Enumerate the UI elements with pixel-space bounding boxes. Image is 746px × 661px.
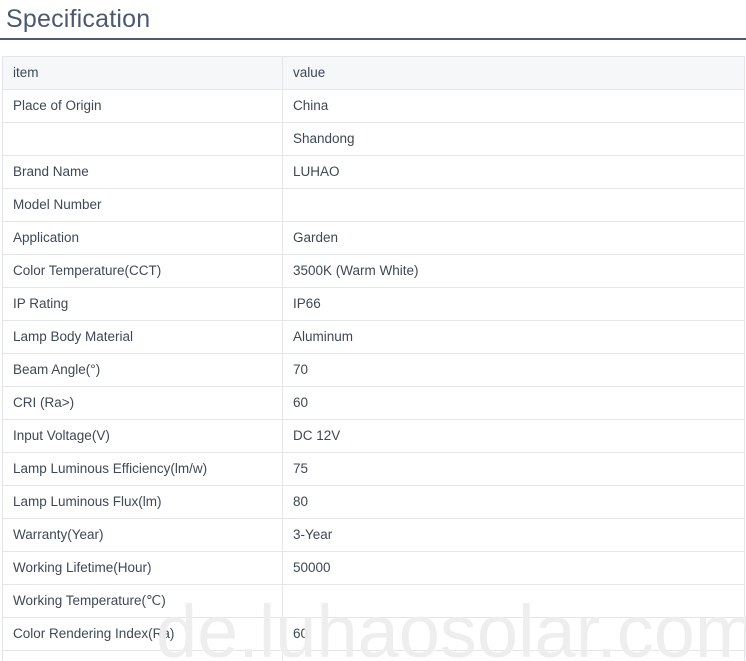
cell-value: China (282, 89, 745, 123)
cell-value: Garden (282, 221, 745, 255)
cell-item: Working Lifetime(Hour) (2, 551, 283, 585)
table-row: Model Number (2, 188, 745, 222)
table-row: Certification RoHS, CE, UL (2, 650, 745, 661)
table-row: Beam Angle(°) 70 (2, 353, 745, 387)
cell-value: RoHS, CE, UL (282, 650, 745, 661)
cell-item: Lamp Luminous Flux(lm) (2, 485, 283, 519)
cell-item: Certification (2, 650, 283, 661)
page-title: Specification (6, 5, 151, 33)
title-block: Specification (0, 0, 746, 40)
table-row: Working Lifetime(Hour) 50000 (2, 551, 745, 585)
cell-value: 80 (282, 485, 745, 519)
cell-item: Lamp Luminous Efficiency(lm/w) (2, 452, 283, 486)
cell-item: Working Temperature(℃) (2, 584, 283, 618)
table-row: Place of Origin China (2, 89, 745, 123)
table-row: Color Temperature(CCT) 3500K (Warm White… (2, 254, 745, 288)
specification-table-container: item value Place of Origin China Shandon… (2, 56, 745, 661)
cell-item: Warranty(Year) (2, 518, 283, 552)
cell-value: IP66 (282, 287, 745, 321)
table-row: CRI (Ra>) 60 (2, 386, 745, 420)
table-row: Application Garden (2, 221, 745, 255)
cell-value: LUHAO (282, 155, 745, 189)
cell-item (2, 122, 283, 156)
cell-value: 75 (282, 452, 745, 486)
cell-value: 50000 (282, 551, 745, 585)
cell-item: Lamp Body Material (2, 320, 283, 354)
cell-item: Brand Name (2, 155, 283, 189)
table-row: Working Temperature(℃) (2, 584, 745, 618)
cell-item: Application (2, 221, 283, 255)
column-header-value: value (282, 56, 745, 90)
specification-table: item value Place of Origin China Shandon… (2, 56, 745, 661)
table-row: Shandong (2, 122, 745, 156)
table-header: item value (2, 56, 745, 90)
table-body: Place of Origin China Shandong Brand Nam… (2, 89, 745, 661)
cell-value: DC 12V (282, 419, 745, 453)
table-row: Brand Name LUHAO (2, 155, 745, 189)
cell-item: Color Temperature(CCT) (2, 254, 283, 288)
cell-item: Input Voltage(V) (2, 419, 283, 453)
cell-item: Place of Origin (2, 89, 283, 123)
cell-value: 3-Year (282, 518, 745, 552)
cell-value (282, 584, 745, 618)
column-header-item: item (2, 56, 283, 90)
table-row: Input Voltage(V) DC 12V (2, 419, 745, 453)
specification-page: Specification item value Place of Origin… (0, 0, 746, 661)
table-row: Warranty(Year) 3-Year (2, 518, 745, 552)
cell-value (282, 188, 745, 222)
table-header-row: item value (2, 56, 745, 90)
cell-item: CRI (Ra>) (2, 386, 283, 420)
table-row: Color Rendering Index(Ra) 60 (2, 617, 745, 651)
cell-value: 60 (282, 617, 745, 651)
cell-item: Color Rendering Index(Ra) (2, 617, 283, 651)
cell-value: 60 (282, 386, 745, 420)
cell-value: Shandong (282, 122, 745, 156)
cell-value: 3500K (Warm White) (282, 254, 745, 288)
cell-value: 70 (282, 353, 745, 387)
cell-item: IP Rating (2, 287, 283, 321)
table-row: IP Rating IP66 (2, 287, 745, 321)
cell-item: Model Number (2, 188, 283, 222)
cell-item: Beam Angle(°) (2, 353, 283, 387)
table-row: Lamp Luminous Efficiency(lm/w) 75 (2, 452, 745, 486)
table-row: Lamp Body Material Aluminum (2, 320, 745, 354)
table-row: Lamp Luminous Flux(lm) 80 (2, 485, 745, 519)
title-divider (0, 38, 746, 40)
cell-value: Aluminum (282, 320, 745, 354)
